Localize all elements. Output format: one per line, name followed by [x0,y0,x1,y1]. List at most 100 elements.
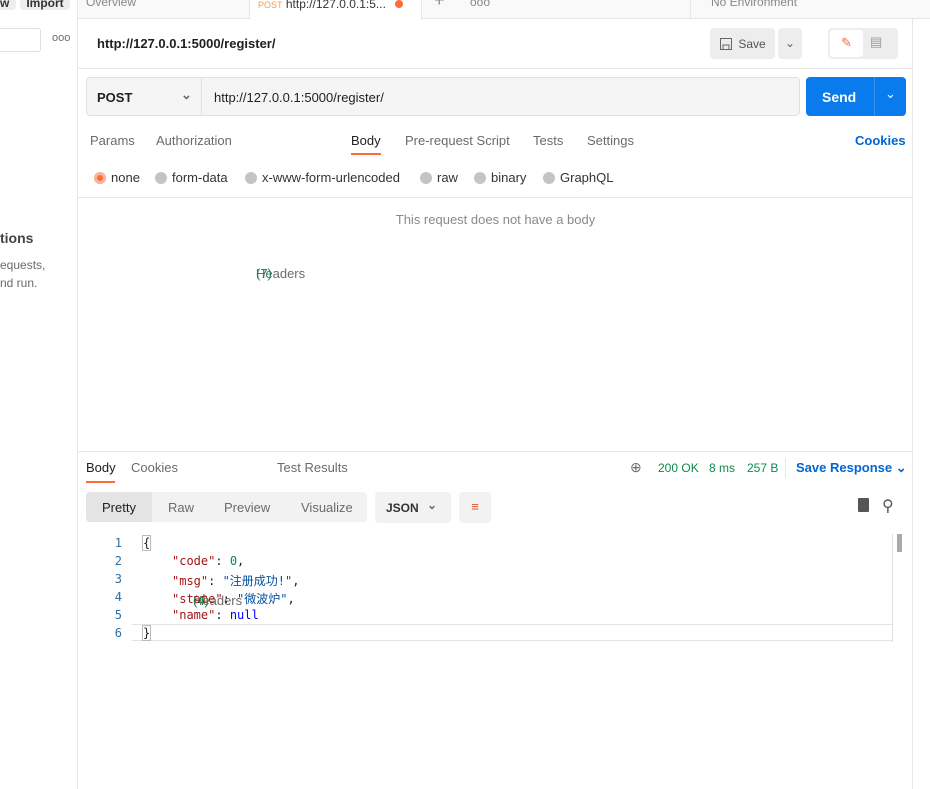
json-value: "注册成功!" [222,574,293,588]
more-icon[interactable]: ooo [52,32,70,44]
active-line-highlight [132,624,892,641]
view-pretty[interactable]: Pretty [86,492,152,522]
tab-body[interactable]: Body [351,133,381,148]
divider [78,197,913,198]
response-tab-cookies[interactable]: Cookies [131,460,178,475]
new-tab-icon[interactable]: + [434,0,445,19]
radio-urlencoded[interactable]: x-www-form-urlencoded [245,170,400,185]
line-number: 4 [114,590,122,604]
divider [78,68,913,69]
radio-icon [155,171,167,184]
tab-bar: Overview POST http://127.0.0.1:5... + oo… [78,0,930,20]
response-tab-test-results[interactable]: Test Results [277,460,348,475]
line-number: 1 [114,536,122,550]
active-tab-indicator [351,153,381,155]
comments-icon[interactable]: ▤ [870,34,882,50]
json-value: 0 [229,554,238,568]
send-dropdown-chevron-down-icon[interactable]: ⌄ [874,77,906,116]
view-raw[interactable]: Raw [168,500,194,515]
no-body-message: This request does not have a body [395,212,596,227]
save-response-button[interactable]: Save Response ⌄ [796,460,907,476]
tab-request[interactable]: POST http://127.0.0.1:5... [250,0,422,20]
sidebar: w Import ooo tions equests, nd run. [0,0,78,789]
radio-label: binary [491,170,527,185]
radio-label: form-data [172,170,228,185]
radio-selected-icon [94,171,106,184]
divider [785,458,786,478]
method-select[interactable]: POST ⌄ [87,78,202,115]
save-label: Save [738,36,766,51]
json-key: "msg" [172,574,209,588]
format-select[interactable]: JSON ⌄ [375,492,451,523]
empty-heading: tions [0,230,34,246]
globe-icon[interactable]: ⊕ [630,459,642,476]
import-button[interactable]: Import [20,0,70,10]
radio-icon [543,171,555,184]
cookies-link[interactable]: Cookies [855,133,906,148]
new-button[interactable]: w [0,0,16,10]
unsaved-dot-icon [395,0,404,8]
headers-count: (7) [256,266,272,281]
search-icon[interactable]: ⚲ [882,496,894,516]
search-input[interactable] [0,28,41,52]
line-number: 2 [114,554,122,568]
scrollbar[interactable] [897,534,902,552]
code-brace: { [141,535,152,551]
view-mode-group: Pretty Raw Preview Visualize [86,492,367,522]
tab-pre-request-script[interactable]: Pre-request Script [405,133,510,148]
new-label: w [0,0,10,10]
right-border [912,19,913,789]
save-button[interactable]: Save [710,28,775,59]
view-label: Pretty [102,500,136,515]
json-value: "微波炉" [237,592,288,606]
environment-label: No Environment [711,0,798,9]
json-key: "name" [172,608,216,622]
import-label: Import [26,0,64,10]
environment-select[interactable]: No Environment [690,0,930,19]
tab-params[interactable]: Params [90,133,135,148]
response-divider[interactable] [78,451,913,452]
radio-label: none [111,170,140,185]
tab-overview[interactable]: Overview [86,0,250,19]
chevron-down-icon: ⌄ [181,87,192,102]
radio-raw[interactable]: raw [420,170,458,185]
request-url-bar: POST ⌄ http://127.0.0.1:5000/register/ [86,77,800,116]
radio-icon [474,171,486,184]
edit-pencil-icon[interactable]: ✎ [830,30,863,57]
view-visualize[interactable]: Visualize [301,500,353,515]
wrap-lines-icon[interactable]: ≡ [459,492,491,523]
copy-icon[interactable] [858,498,869,512]
radio-icon [420,171,432,184]
tab-authorization[interactable]: Authorization [156,133,232,148]
mode-toggle: ✎ ▤ [828,28,898,59]
response-tab-body[interactable]: Body [86,460,116,475]
radio-icon [245,171,257,184]
status-code: 200 OK [658,461,699,475]
json-key: "code" [172,554,216,568]
radio-none[interactable]: none [94,170,140,185]
format-label: JSON [386,501,419,515]
view-preview[interactable]: Preview [224,500,270,515]
json-value: null [229,608,259,622]
save-icon [720,37,733,50]
line-number: 5 [114,608,122,622]
response-size: 257 B [747,461,779,475]
radio-binary[interactable]: binary [474,170,526,185]
active-tab-indicator [86,481,115,483]
radio-label: raw [437,170,458,185]
send-button[interactable]: Send ⌄ [806,77,906,116]
radio-label: GraphQL [560,170,614,185]
tab-label: Overview [86,0,137,9]
url-input[interactable]: http://127.0.0.1:5000/register/ [214,90,384,105]
chevron-down-icon: ⌄ [427,498,438,512]
tab-tests[interactable]: Tests [533,133,563,148]
line-number: 3 [114,572,122,586]
radio-form-data[interactable]: form-data [155,170,228,185]
send-label: Send [822,89,857,105]
tab-settings[interactable]: Settings [587,133,634,148]
more-tabs-icon[interactable]: ooo [470,0,490,19]
radio-graphql[interactable]: GraphQL [543,170,613,185]
response-time: 8 ms [709,461,736,475]
save-dropdown-chevron-down-icon[interactable]: ⌄ [778,28,802,59]
tab-label: http://127.0.0.1:5... [285,0,386,11]
